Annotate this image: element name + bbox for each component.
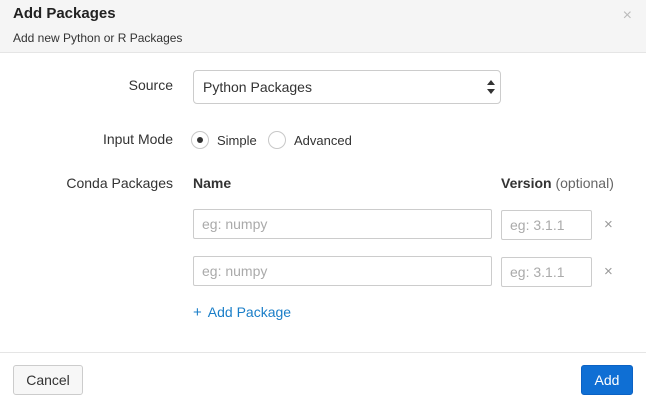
- package-version-input[interactable]: [501, 210, 592, 240]
- package-name-input[interactable]: [193, 209, 492, 239]
- package-name-input[interactable]: [193, 256, 492, 286]
- radio-advanced[interactable]: [268, 131, 286, 149]
- source-select[interactable]: Python Packages: [193, 70, 501, 104]
- close-icon[interactable]: ×: [623, 8, 632, 24]
- add-button[interactable]: Add: [581, 365, 633, 395]
- radio-simple-label[interactable]: Simple: [217, 133, 257, 148]
- plus-icon: +: [193, 304, 202, 321]
- dialog-header: Add Packages Add new Python or R Package…: [0, 0, 646, 53]
- remove-row-icon[interactable]: ×: [604, 264, 613, 279]
- package-version-input[interactable]: [501, 257, 592, 287]
- version-optional-text: (optional): [555, 175, 614, 191]
- radio-dot-icon: [197, 137, 203, 143]
- cancel-button[interactable]: Cancel: [13, 365, 83, 395]
- source-select-value: Python Packages: [203, 79, 312, 95]
- dialog-subtitle: Add new Python or R Packages: [13, 31, 183, 45]
- name-column-header: Name: [193, 175, 231, 191]
- source-label: Source: [128, 77, 173, 93]
- radio-advanced-label[interactable]: Advanced: [294, 133, 352, 148]
- dialog-title: Add Packages: [13, 5, 116, 22]
- remove-row-icon[interactable]: ×: [604, 217, 613, 232]
- radio-simple[interactable]: [191, 131, 209, 149]
- version-header-text: Version: [501, 175, 552, 191]
- add-package-label: Add Package: [207, 304, 292, 320]
- add-package-link[interactable]: + Add Package: [193, 304, 291, 321]
- name-header-text: Name: [193, 175, 232, 191]
- footer-divider: [0, 352, 646, 353]
- input-mode-label: Input Mode: [102, 131, 173, 147]
- conda-packages-label: Conda Packages: [66, 175, 173, 191]
- select-arrows-icon: [487, 80, 495, 94]
- version-column-header: Version (optional): [501, 175, 614, 191]
